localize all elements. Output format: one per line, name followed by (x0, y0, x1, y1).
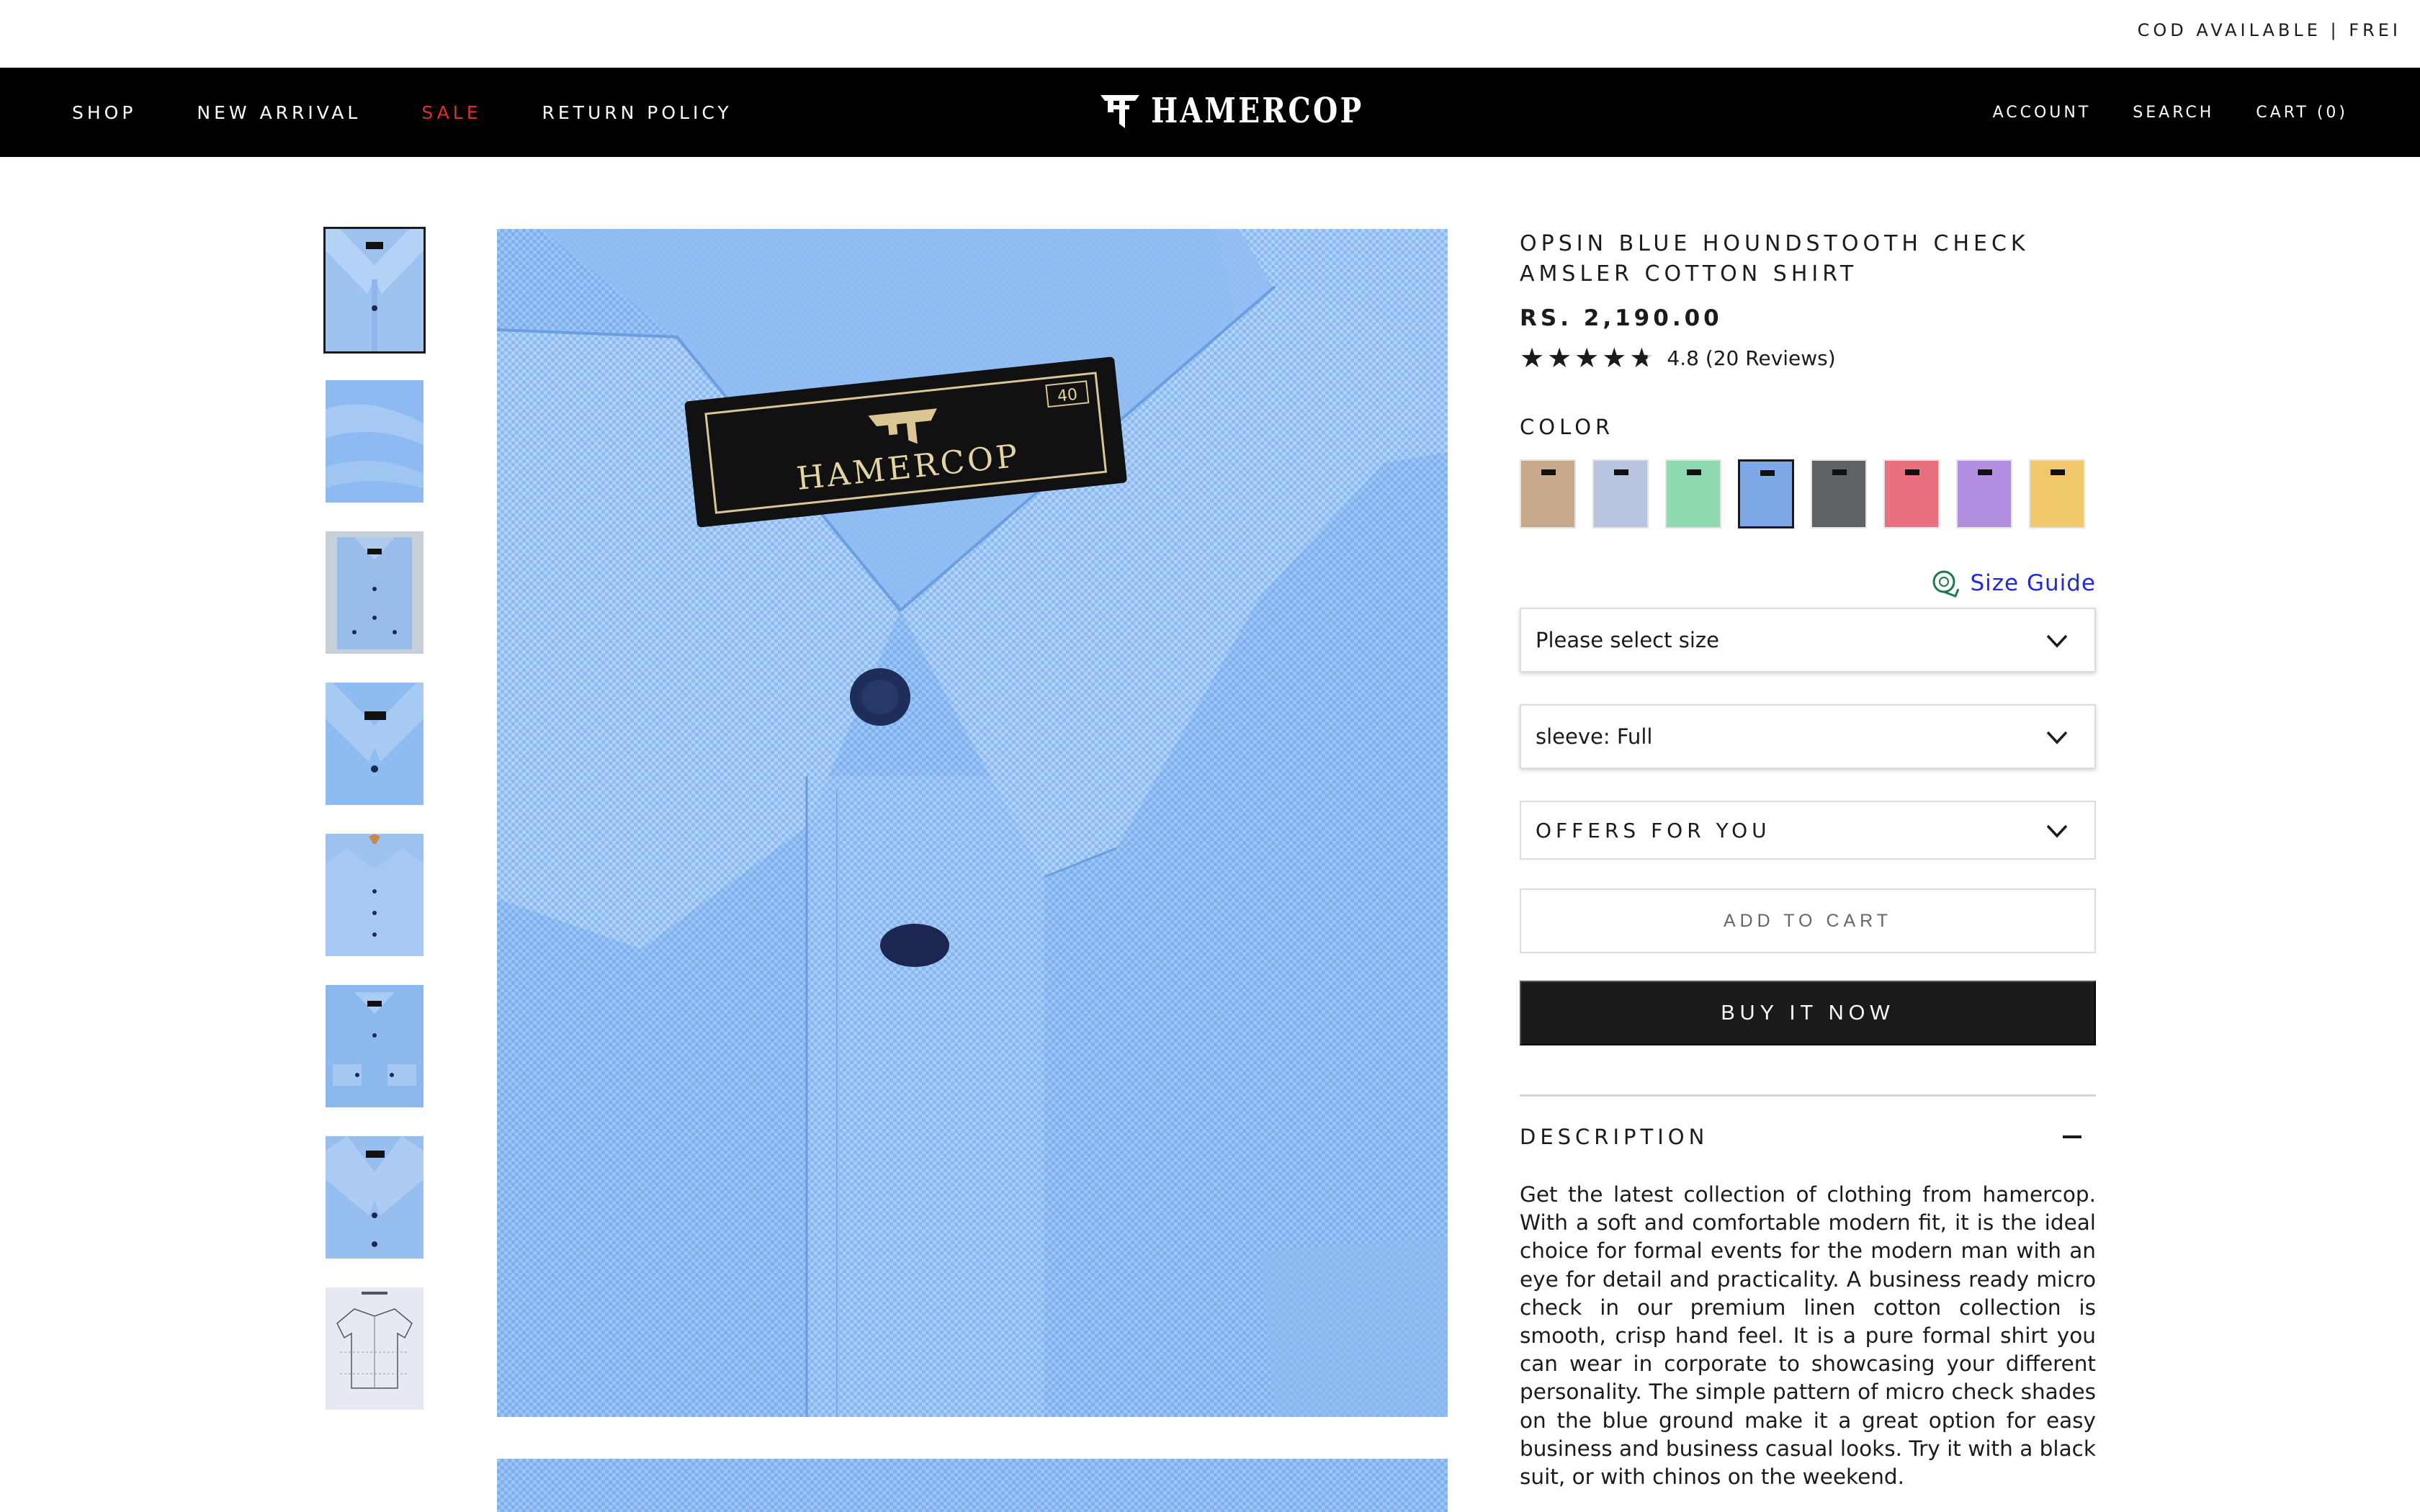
nav-new-arrival[interactable]: NEW ARRIVAL (197, 102, 361, 123)
shirt-collar-closeup-thumb-icon (326, 683, 424, 805)
announcement-bar: COD AVAILABLE | FREI (0, 0, 2420, 68)
announcement-text: COD AVAILABLE | FREI (2137, 20, 2401, 40)
add-to-cart-button[interactable]: ADD TO CART (1520, 888, 2096, 953)
main-product-image[interactable]: HAMERCOP 40 (497, 229, 1448, 1417)
swatch-blue[interactable] (1738, 459, 1794, 528)
rating-row[interactable]: ★ ★ ★ ★ ★ 4.8 (20 Reviews) (1520, 344, 1836, 372)
divider (1520, 1094, 2096, 1097)
sleeve-select-value: sleeve: Full (1536, 724, 1653, 749)
swatch-mint-green[interactable] (1665, 459, 1721, 528)
main-nav: SHOP NEW ARRIVAL SALE RETURN POLICY (72, 68, 732, 157)
nav-cart[interactable]: CART (0) (2256, 104, 2348, 122)
hamercop-logo-icon (1101, 95, 1139, 128)
size-guide-link[interactable]: Size Guide (1930, 567, 2096, 599)
shirt-front-thumb-icon (326, 1136, 424, 1259)
shirt-hanger-thumb-icon (326, 834, 424, 956)
nav-shop[interactable]: SHOP (72, 102, 136, 123)
product-info: OPSIN BLUE HOUNDSTOOTH CHECK AMSLER COTT… (1520, 229, 2096, 1489)
chevron-down-icon (2046, 731, 2068, 744)
offers-label: OFFERS FOR YOU (1536, 818, 1771, 842)
shirt-collar-thumb-icon (326, 229, 424, 351)
offers-toggle[interactable]: OFFERS FOR YOU (1520, 801, 2096, 860)
utility-nav: ACCOUNT SEARCH CART (0) (1993, 68, 2348, 157)
secondary-product-image[interactable] (497, 1459, 1448, 1512)
chevron-down-icon (2046, 634, 2068, 648)
thumbnail-7[interactable] (326, 1136, 424, 1259)
shirt-collar-image-icon: HAMERCOP 40 (497, 229, 1448, 1417)
rating-text: 4.8 (20 Reviews) (1667, 346, 1836, 370)
thumbnail-1[interactable] (323, 227, 426, 354)
swatch-grey[interactable] (1811, 459, 1867, 528)
rating-stars: ★ ★ ★ ★ ★ (1520, 344, 1654, 372)
shirt-folded-thumb-icon (326, 531, 424, 654)
tag-size-text: 40 (1057, 386, 1078, 406)
swatch-beige[interactable] (1520, 459, 1576, 528)
star-icon: ★ (1574, 342, 1600, 374)
swatch-pink[interactable] (1883, 459, 1940, 528)
color-swatches (1520, 459, 2085, 528)
size-select[interactable]: Please select size (1520, 608, 2096, 672)
nav-return-policy[interactable]: RETURN POLICY (542, 102, 732, 123)
thumbnail-8[interactable] (326, 1287, 424, 1410)
fabric-image-icon (497, 1459, 1448, 1512)
size-guide-text: Size Guide (1970, 570, 2096, 596)
star-half-icon: ★ (1629, 342, 1654, 374)
nav-account[interactable]: ACCOUNT (1993, 104, 2092, 122)
size-select-value: Please select size (1536, 628, 1719, 652)
swatch-yellow[interactable] (2029, 459, 2085, 528)
site-logo[interactable]: HAMERCOP (1099, 91, 1410, 131)
swatch-light-blue-grey[interactable] (1592, 459, 1649, 528)
thumbnail-3[interactable] (326, 531, 424, 654)
thumbnail-2[interactable] (326, 380, 424, 503)
chevron-down-icon (2046, 824, 2068, 838)
description-toggle[interactable]: DESCRIPTION (1520, 1125, 2096, 1149)
minus-icon (2063, 1135, 2081, 1138)
sleeve-select[interactable]: sleeve: Full (1520, 704, 2096, 769)
nav-sale[interactable]: SALE (421, 102, 481, 123)
color-label: COLOR (1520, 415, 1615, 439)
site-header: SHOP NEW ARRIVAL SALE RETURN POLICY HAME… (0, 68, 2420, 157)
measuring-tape-icon (1932, 570, 1960, 598)
fabric-thumb-icon (326, 380, 424, 503)
description-text: Get the latest collection of clothing fr… (1520, 1182, 2096, 1490)
star-icon: ★ (1520, 342, 1545, 374)
swatch-lavender[interactable] (1956, 459, 2012, 528)
star-icon: ★ (1602, 342, 1627, 374)
thumbnail-5[interactable] (326, 834, 424, 956)
buy-now-button[interactable]: BUY IT NOW (1520, 981, 2096, 1045)
shirt-cuffs-thumb-icon (326, 985, 424, 1107)
product-price: RS. 2,190.00 (1520, 305, 1723, 331)
logo-text: HAMERCOP (1151, 91, 1364, 131)
thumbnail-6[interactable] (326, 985, 424, 1107)
thumbnail-4[interactable] (326, 683, 424, 805)
star-icon: ★ (1547, 342, 1572, 374)
nav-search[interactable]: SEARCH (2133, 104, 2214, 122)
product-title: OPSIN BLUE HOUNDSTOOTH CHECK AMSLER COTT… (1520, 231, 2030, 287)
description-title: DESCRIPTION (1520, 1125, 1709, 1149)
size-chart-thumb-icon (326, 1287, 424, 1410)
